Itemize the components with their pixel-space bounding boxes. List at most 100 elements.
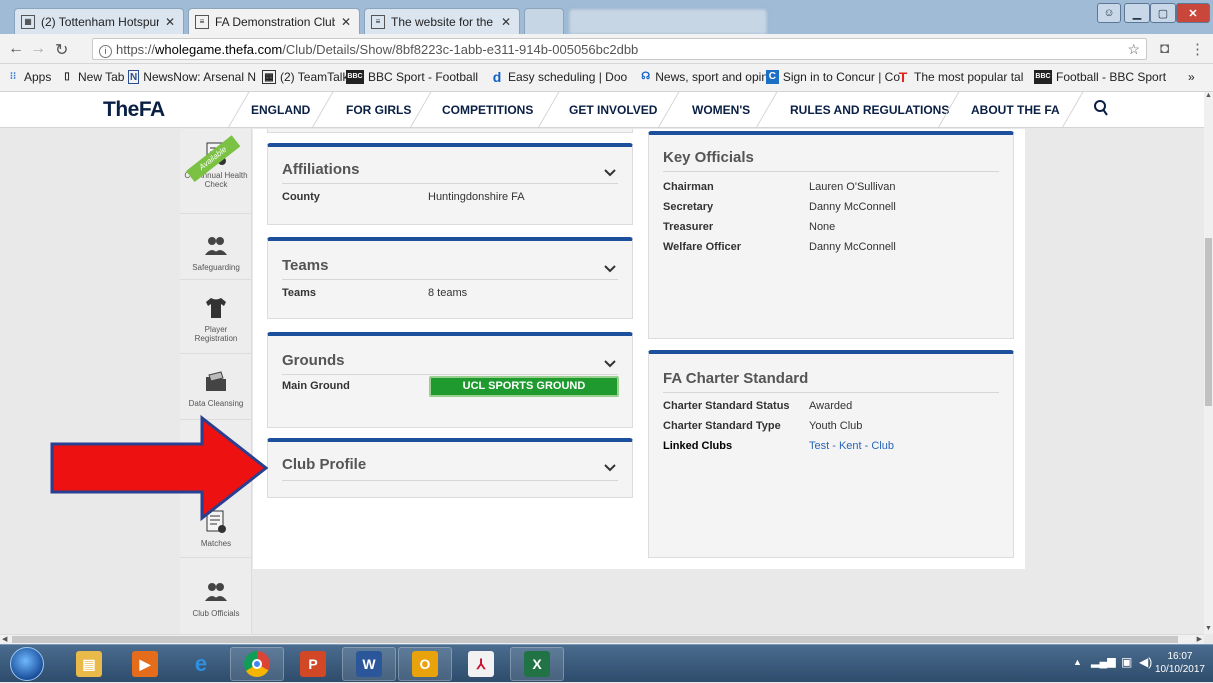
page-icon: ▯	[64, 71, 70, 82]
horizontal-scroll-thumb[interactable]	[12, 636, 1178, 643]
nav-womens[interactable]: WOMEN'S	[692, 103, 750, 117]
url-scheme: https://	[116, 42, 156, 57]
powerpoint-icon: P	[300, 651, 326, 677]
bookmark-apps[interactable]: ⁝⁝ Apps	[6, 70, 52, 84]
taskbar-outlook[interactable]: O	[398, 647, 452, 681]
grounds-title: Grounds	[282, 352, 345, 369]
ucl-sports-ground-button[interactable]: UCL SPORTS GROUND	[429, 376, 619, 397]
taskbar-media-player[interactable]: ▶	[118, 647, 172, 681]
battery-icon[interactable]: ▣	[1121, 655, 1132, 669]
bookmark-concur[interactable]: C Sign in to Concur | Co	[766, 70, 900, 84]
bookmark-doodle[interactable]: d Easy scheduling | Doo	[490, 70, 642, 84]
url-input[interactable]: i https://wholegame.thefa.com/Club/Detail…	[92, 38, 1147, 60]
bookmark-bbc-football[interactable]: BBC BBC Sport - Football	[346, 70, 478, 84]
nav-rules-and-regulations[interactable]: RULES AND REGULATIONS	[790, 103, 949, 117]
internet-explorer-icon: e	[194, 651, 208, 676]
volume-icon[interactable]: ◀)	[1139, 655, 1152, 669]
sidebar-item-data-cleansing[interactable]: Data Cleansing	[180, 369, 252, 408]
nav-competitions[interactable]: COMPETITIONS	[442, 103, 533, 117]
horizontal-scrollbar[interactable]: ◀ ▶	[0, 634, 1204, 644]
newsnow-icon: N	[128, 70, 140, 84]
bookmark-label: Easy scheduling | Doo	[508, 70, 628, 84]
bookmark-most-popular[interactable]: T The most popular tal	[896, 70, 1032, 84]
nav-about-the-fa[interactable]: ABOUT THE FA	[971, 103, 1060, 117]
nav-get-involved[interactable]: GET INVOLVED	[569, 103, 657, 117]
close-tab-icon[interactable]: ✕	[501, 15, 511, 29]
bookmark-label: Sign in to Concur | Co	[782, 70, 900, 84]
menu-dots-icon[interactable]: ⋮	[1190, 40, 1205, 58]
sidebar-item-player-registration[interactable]: Player Registration	[180, 295, 252, 343]
tab-english-website[interactable]: ≡ The website for the Engli ✕	[364, 8, 520, 34]
taskbar-internet-explorer[interactable]: e	[174, 647, 228, 681]
scroll-up-icon[interactable]: ▲	[1205, 92, 1212, 99]
sidebar-item-label: Player Registration	[194, 325, 238, 343]
scroll-left-icon[interactable]: ◀	[2, 635, 7, 643]
url-path: /Club/Details/Show/8bf8223c-1abb-e311-91…	[282, 42, 639, 57]
taskbar-word[interactable]: W	[342, 647, 396, 681]
charter-type-label: Charter Standard Type	[663, 420, 781, 432]
nav-england[interactable]: ENGLAND	[251, 103, 310, 117]
user-profile-icon[interactable]: ☺	[1097, 3, 1121, 23]
chevron-down-icon[interactable]	[604, 360, 616, 368]
minimize-icon[interactable]: ▁	[1124, 3, 1150, 23]
charter-standard-title: FA Charter Standard	[663, 370, 809, 387]
nav-divider	[227, 92, 250, 128]
bookmark-news[interactable]: ☊ News, sport and opin	[640, 70, 768, 84]
bookmark-football-bbc[interactable]: BBC Football - BBC Sport	[1034, 70, 1166, 84]
maximize-icon[interactable]: ▢	[1150, 3, 1176, 23]
fa-logo[interactable]: TheFA	[103, 98, 165, 122]
bookmark-new-tab[interactable]: ▯ New Tab	[60, 70, 124, 84]
chevron-down-icon[interactable]	[604, 464, 616, 472]
close-tab-icon[interactable]: ✕	[341, 15, 351, 29]
bookmarks-overflow-button[interactable]: »	[1188, 70, 1195, 84]
chevron-down-icon[interactable]	[604, 265, 616, 273]
teams-card: Teams Teams 8 teams	[267, 237, 633, 319]
tab-fa-demonstration-club[interactable]: ≡ FA Demonstration Club ( ✕	[188, 8, 360, 34]
forward-arrow-icon[interactable]: →	[30, 40, 46, 58]
network-signal-icon[interactable]: ▂▄▆	[1091, 655, 1116, 668]
site-navigation: TheFA ENGLAND FOR GIRLS COMPETITIONS GET…	[0, 92, 1204, 128]
charter-status-value: Awarded	[809, 400, 853, 412]
start-button[interactable]	[10, 647, 44, 681]
taskbar-acrobat[interactable]: ⅄	[454, 647, 508, 681]
taskbar-file-explorer[interactable]: ▤	[62, 647, 116, 681]
close-window-icon[interactable]: ✕	[1176, 3, 1210, 23]
close-tab-icon[interactable]: ✕	[165, 15, 175, 29]
scroll-thumb[interactable]	[1205, 238, 1212, 406]
sidebar-item-safeguarding[interactable]: Safeguarding	[180, 233, 252, 272]
search-icon[interactable]	[1093, 99, 1109, 117]
acrobat-icon: ⅄	[468, 651, 494, 677]
bookmark-label: NewsNow: Arsenal N	[143, 70, 256, 84]
vertical-scrollbar[interactable]: ▲ ▼	[1204, 92, 1213, 634]
info-icon[interactable]: i	[99, 45, 112, 58]
taskbar-powerpoint[interactable]: P	[286, 647, 340, 681]
bookmark-label: (2) TeamTalk	[280, 70, 349, 84]
tab-tottenham[interactable]: ▦ (2) Tottenham Hotspur v ✕	[14, 8, 184, 34]
tab-title: FA Demonstration Club (	[215, 14, 335, 29]
bookmark-newsnow[interactable]: N NewsNow: Arsenal N	[128, 70, 256, 84]
chevron-down-icon[interactable]	[604, 169, 616, 177]
bookmark-teamtalk[interactable]: ▦ (2) TeamTalk	[262, 70, 348, 84]
reload-icon[interactable]: ↻	[55, 40, 68, 60]
nav-for-girls[interactable]: FOR GIRLS	[346, 103, 411, 117]
secretary-label: Secretary	[663, 201, 714, 213]
bookmarks-bar: ⁝⁝ Apps ▯ New Tab N NewsNow: Arsenal N ▦ (2)…	[0, 64, 1213, 92]
extension-icon[interactable]: ◘	[1160, 40, 1169, 57]
linked-clubs-link[interactable]: Test - Kent - Club	[809, 440, 894, 452]
show-hidden-icons-icon[interactable]: ▲	[1073, 657, 1082, 667]
new-tab-button[interactable]	[524, 8, 564, 34]
scroll-down-icon[interactable]: ▼	[1205, 625, 1212, 632]
taskbar-chrome[interactable]	[230, 647, 284, 681]
card-divider	[663, 392, 999, 393]
club-profile-card[interactable]: Club Profile	[267, 438, 633, 498]
back-arrow-icon[interactable]: ←	[8, 40, 24, 58]
county-label: County	[282, 191, 320, 203]
taskbar-clock[interactable]: 16:07 10/10/2017	[1155, 650, 1205, 676]
bookmark-star-icon[interactable]: ☆	[1127, 41, 1140, 58]
apps-grid-icon: ⁝⁝	[9, 71, 17, 82]
scroll-right-icon[interactable]: ▶	[1197, 635, 1202, 643]
taskbar-excel[interactable]: X	[510, 647, 564, 681]
sidebar-item-label: Data Cleansing	[188, 399, 244, 408]
sidebar-item-club-officials[interactable]: Club Officials	[180, 579, 252, 618]
concur-icon: C	[766, 70, 779, 84]
